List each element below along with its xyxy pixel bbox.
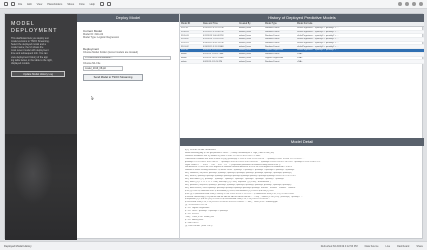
send-to-streaming-button[interactable]: Send Model to TSOO Streaming [83, 74, 143, 81]
sidebar-background-image [5, 134, 77, 240]
ml-file-input[interactable] [83, 66, 123, 71]
menu-file[interactable]: File [18, 3, 22, 6]
detail-line: [1] "END DETAIL" (from 1 to 5) [185, 224, 213, 227]
live-toggle[interactable]: Live [386, 245, 391, 248]
ml-file-label: Choose ML File [83, 62, 101, 66]
table-cell: admin@xxxx [238, 59, 264, 64]
history-panel-header: History of Deployed Predictive Models [180, 14, 424, 22]
search-icon[interactable] [398, 2, 402, 6]
dashboard-frame: MODEL DEPLOYMENT This dashboard lets you… [4, 13, 424, 240]
status-right: Refreshed 6/13/2019 4:12:53 PM Data Sour… [321, 245, 423, 248]
user-icon[interactable] [419, 2, 423, 6]
menu-view[interactable]: View [37, 3, 43, 6]
refresh-status: Refreshed 6/13/2019 4:12:53 PM [320, 245, 358, 248]
toolbar-right [398, 2, 423, 6]
share-icon[interactable] [412, 2, 416, 6]
settings-icon[interactable] [405, 2, 409, 6]
sidebar: MODEL DEPLOYMENT This dashboard lets you… [5, 14, 77, 240]
deploy-panel: Current Model Model ID: 3111-02 Model Ty… [77, 22, 179, 132]
redo-icon[interactable] [107, 2, 111, 6]
sidebar-description: This dashboard lets you deploy test mode… [5, 34, 77, 65]
history-table: Model ID Date and Time Created By Model … [180, 22, 424, 64]
menu-slices[interactable]: Slices [67, 3, 74, 6]
current-model-type: Model Type: Logistic Regression [83, 36, 120, 40]
table-cell: Random Forest [264, 59, 296, 64]
sidebar-title: MODEL DEPLOYMENT [5, 14, 77, 34]
data-source-link[interactable]: Data Source [365, 245, 379, 248]
model-folder-label: Choose Model Folder (stored models are l… [83, 51, 139, 55]
menu-help[interactable]: Help [90, 3, 95, 6]
share-link[interactable]: Share [416, 245, 423, 248]
menu-placeholders[interactable]: Placeholders [47, 3, 62, 6]
back-icon[interactable] [4, 2, 8, 6]
history-table-container: Model ID Date and Time Created By Model … [180, 22, 424, 136]
model-detail-header: Model Detail [180, 138, 424, 146]
status-bar: Deployed Model History Refreshed 6/13/20… [0, 241, 427, 250]
active-sheet-tab[interactable]: Deployed Model History [4, 245, 32, 248]
deploy-panel-header: Deploy Model [77, 14, 179, 22]
sidebar-desc-line: displayed models. [11, 61, 31, 65]
dashboard-link[interactable]: Dashboard [397, 245, 409, 248]
table-cell: admin [180, 59, 202, 64]
mouse-cursor-icon [91, 96, 94, 100]
table-row[interactable]: admin 6/4/2019 4:11:56 PM admin@xxxx Random… [180, 59, 424, 64]
table-cell: <NA> [296, 59, 424, 64]
menu-flow[interactable]: Flow [79, 3, 84, 6]
forward-icon[interactable] [11, 2, 15, 6]
table-cell: 6/4/2019 4:11:56 PM [202, 59, 238, 64]
update-history-button[interactable]: Update Model History Log [11, 70, 65, 77]
top-toolbar: File Edit View Placeholders Slices Flow … [0, 0, 427, 9]
model-detail-output: $ [1] "MODEL DETAIL GENERATE" Model summa… [180, 146, 424, 240]
undo-icon[interactable] [100, 2, 104, 6]
menu-edit[interactable]: Edit [27, 3, 31, 6]
model-folder-input[interactable] [83, 55, 171, 61]
